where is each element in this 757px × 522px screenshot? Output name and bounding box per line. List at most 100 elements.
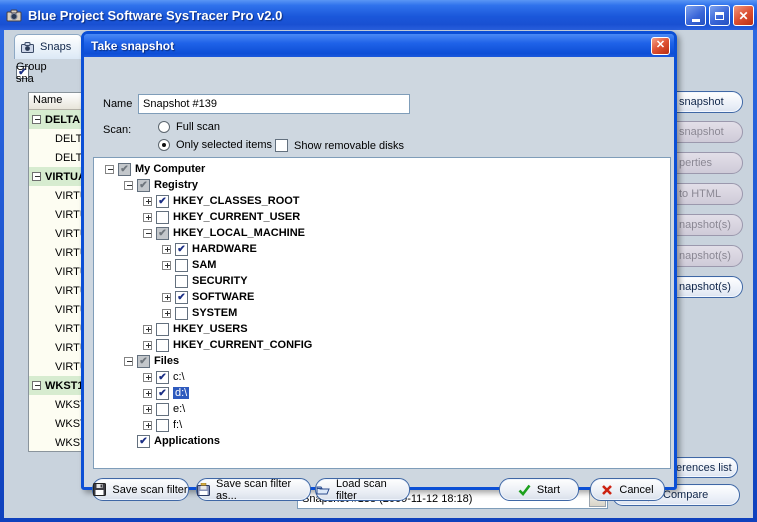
titlebar[interactable]: Blue Project Software SysTracer Pro v2.0 <box>0 0 757 30</box>
load-scan-filter-label: Load scan filter <box>336 478 409 502</box>
tree-node-label[interactable]: HARDWARE <box>192 243 257 255</box>
collapse-icon[interactable] <box>32 172 41 181</box>
tree-row[interactable]: Files <box>94 353 670 369</box>
checkbox-unchecked-icon[interactable] <box>175 259 188 272</box>
tree-row[interactable]: SAM <box>94 257 670 273</box>
radio-selected-icon[interactable] <box>158 139 170 151</box>
collapse-icon[interactable] <box>105 165 114 174</box>
expand-icon[interactable] <box>143 421 152 430</box>
expand-icon[interactable] <box>162 245 171 254</box>
tree-row[interactable]: Applications <box>94 433 670 449</box>
expand-icon[interactable] <box>143 389 152 398</box>
tree-node-label[interactable]: SOFTWARE <box>192 291 254 303</box>
cancel-button[interactable]: Cancel <box>590 478 665 501</box>
tree-row[interactable]: HKEY_CURRENT_USER <box>94 209 670 225</box>
tree-node-label[interactable]: HKEY_CURRENT_CONFIG <box>173 339 312 351</box>
expand-icon[interactable] <box>143 373 152 382</box>
checkbox-checked-icon[interactable] <box>137 435 150 448</box>
save-scan-filter-button[interactable]: Save scan filter <box>92 478 189 501</box>
tree-node-label[interactable]: HKEY_CURRENT_USER <box>173 211 300 223</box>
group-snapshots-label: Group sna <box>16 61 47 85</box>
checkbox-unchecked-icon[interactable] <box>156 211 169 224</box>
radio-full-scan[interactable]: Full scan <box>158 121 220 133</box>
tree-node-label[interactable]: e:\ <box>173 403 185 415</box>
collapse-icon[interactable] <box>32 381 41 390</box>
tree-row[interactable]: HKEY_USERS <box>94 321 670 337</box>
checkbox-unchecked-icon[interactable] <box>175 307 188 320</box>
checkbox-unchecked-icon[interactable] <box>156 419 169 432</box>
window-title: Blue Project Software SysTracer Pro v2.0 <box>28 8 282 23</box>
load-scan-filter-button[interactable]: Load scan filter <box>315 478 410 501</box>
checkbox-partial-icon[interactable] <box>137 179 150 192</box>
close-button[interactable]: ✕ <box>733 5 754 26</box>
tree-node-label[interactable]: d:\ <box>173 387 189 399</box>
tree-node-label[interactable]: Registry <box>154 179 198 191</box>
tree-node-label[interactable]: HKEY_USERS <box>173 323 248 335</box>
tree-node-label[interactable]: SECURITY <box>192 275 248 287</box>
dialog-titlebar[interactable]: Take snapshot ✕ <box>84 34 674 57</box>
collapse-icon[interactable] <box>124 181 133 190</box>
expand-icon[interactable] <box>143 197 152 206</box>
checkbox-partial-icon[interactable] <box>156 227 169 240</box>
tree-node-label[interactable]: My Computer <box>135 163 205 175</box>
maximize-button[interactable] <box>709 5 730 26</box>
expand-icon[interactable] <box>143 405 152 414</box>
tree-node-label[interactable]: Files <box>154 355 179 367</box>
start-button[interactable]: Start <box>499 478 579 501</box>
radio-only-selected[interactable]: Only selected items <box>158 139 272 151</box>
tree-row[interactable]: SYSTEM <box>94 305 670 321</box>
checkbox-unchecked-icon[interactable] <box>175 275 188 288</box>
tree-row[interactable]: f:\ <box>94 417 670 433</box>
expand-icon[interactable] <box>162 293 171 302</box>
tree-node-label[interactable]: c:\ <box>173 371 185 383</box>
collapse-icon[interactable] <box>143 229 152 238</box>
tree-row[interactable]: SECURITY <box>94 273 670 289</box>
checkbox-checked-icon[interactable] <box>175 243 188 256</box>
checkbox-checked-icon[interactable] <box>175 291 188 304</box>
collapse-icon[interactable] <box>32 115 41 124</box>
expand-icon[interactable] <box>143 213 152 222</box>
tree-row[interactable]: HKEY_CURRENT_CONFIG <box>94 337 670 353</box>
checkbox-checked-icon[interactable] <box>156 195 169 208</box>
tree-row[interactable]: Registry <box>94 177 670 193</box>
group-snapshots-checkbox[interactable]: Group sna <box>16 66 29 79</box>
expand-icon[interactable] <box>143 325 152 334</box>
tree-row[interactable]: e:\ <box>94 401 670 417</box>
snapshot-name-input[interactable] <box>138 94 410 114</box>
radio-icon[interactable] <box>158 121 170 133</box>
tree-row[interactable]: d:\ <box>94 385 670 401</box>
checkbox-unchecked-icon[interactable] <box>156 323 169 336</box>
compare-label: Compare <box>663 489 708 501</box>
tree-node-label[interactable]: SYSTEM <box>192 307 237 319</box>
show-removable-checkbox[interactable]: Show removable disks <box>275 139 404 152</box>
minimize-button[interactable] <box>685 5 706 26</box>
tree-row[interactable]: c:\ <box>94 369 670 385</box>
tree-node-label[interactable]: SAM <box>192 259 216 271</box>
tree-row[interactable]: HKEY_CLASSES_ROOT <box>94 193 670 209</box>
expand-icon[interactable] <box>143 341 152 350</box>
checkbox-partial-icon[interactable] <box>118 163 131 176</box>
checkbox-partial-icon[interactable] <box>137 355 150 368</box>
side-button-label: napshot(s) <box>679 219 731 231</box>
cancel-label: Cancel <box>619 484 653 496</box>
tree-row[interactable]: SOFTWARE <box>94 289 670 305</box>
collapse-icon[interactable] <box>124 357 133 366</box>
checkbox-checked-icon[interactable] <box>156 371 169 384</box>
dialog-close-button[interactable]: ✕ <box>651 37 670 55</box>
save-scan-filter-as-button[interactable]: Save scan filter as... <box>196 478 311 501</box>
tree-node-label[interactable]: f:\ <box>173 419 182 431</box>
checkbox-checked-icon[interactable] <box>156 387 169 400</box>
tab-snapshots[interactable]: Snaps <box>14 34 82 59</box>
checkbox-unchecked-icon[interactable] <box>275 139 288 152</box>
checkbox-unchecked-icon[interactable] <box>156 339 169 352</box>
tree-node-label[interactable]: Applications <box>154 435 220 447</box>
expand-icon[interactable] <box>162 309 171 318</box>
tree-node-label[interactable]: HKEY_LOCAL_MACHINE <box>173 227 305 239</box>
radio-only-selected-label: Only selected items <box>176 139 272 151</box>
expand-icon[interactable] <box>162 261 171 270</box>
tree-row[interactable]: HKEY_LOCAL_MACHINE <box>94 225 670 241</box>
tree-node-label[interactable]: HKEY_CLASSES_ROOT <box>173 195 300 207</box>
checkbox-unchecked-icon[interactable] <box>156 403 169 416</box>
tree-row[interactable]: HARDWARE <box>94 241 670 257</box>
tree-row[interactable]: My Computer <box>94 161 670 177</box>
